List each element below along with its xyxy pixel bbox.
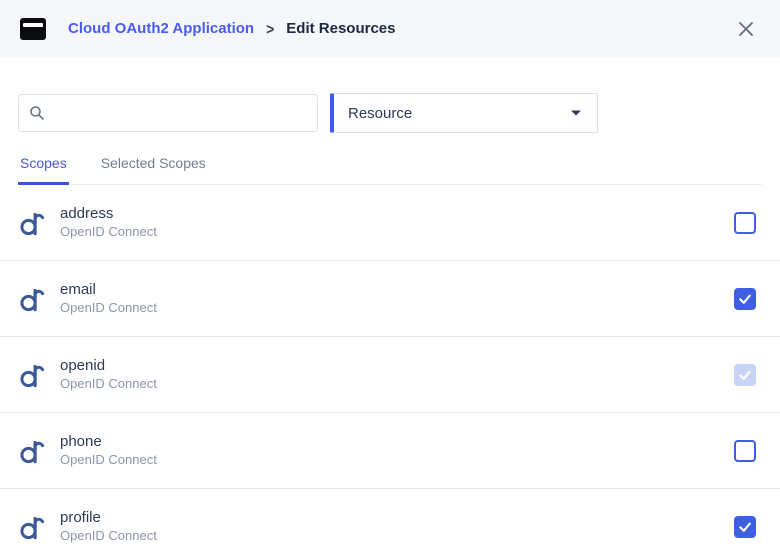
chevron-right-icon: > xyxy=(266,19,274,37)
checkbox-profile[interactable] xyxy=(734,516,756,538)
scope-row-profile[interactable]: profile OpenID Connect xyxy=(0,489,780,557)
scope-row-address[interactable]: address OpenID Connect xyxy=(0,185,780,261)
tab-selected-scopes[interactable]: Selected Scopes xyxy=(99,149,208,185)
scope-text: profile OpenID Connect xyxy=(60,509,157,545)
checkbox-openid xyxy=(734,364,756,386)
scope-name: profile xyxy=(60,509,157,528)
page-title: Edit Resources xyxy=(286,20,395,37)
checkmark-icon xyxy=(737,367,753,383)
resource-filter-value: Resource xyxy=(348,105,412,122)
scope-row-phone[interactable]: phone OpenID Connect xyxy=(0,413,780,489)
search-box[interactable] xyxy=(18,94,318,132)
openid-connect-icon xyxy=(18,360,48,390)
scope-provider: OpenID Connect xyxy=(60,224,157,240)
application-icon xyxy=(20,18,46,40)
breadcrumb: Cloud OAuth2 Application > Edit Resource… xyxy=(68,20,396,37)
edit-resources-dialog: Cloud OAuth2 Application > Edit Resource… xyxy=(0,0,780,557)
scope-provider: OpenID Connect xyxy=(60,376,157,392)
scope-provider: OpenID Connect xyxy=(60,452,157,468)
scope-name: phone xyxy=(60,433,157,452)
tab-bar: Scopes Selected Scopes xyxy=(18,149,762,185)
search-icon xyxy=(29,105,45,121)
filter-toolbar: Resource xyxy=(18,93,762,133)
close-button[interactable] xyxy=(734,17,758,41)
scope-row-email[interactable]: email OpenID Connect xyxy=(0,261,780,337)
checkmark-icon xyxy=(737,519,753,535)
scope-name: email xyxy=(60,281,157,300)
chevron-down-icon xyxy=(570,109,582,117)
dialog-header: Cloud OAuth2 Application > Edit Resource… xyxy=(0,0,780,57)
checkbox-address[interactable] xyxy=(734,212,756,234)
openid-connect-icon xyxy=(18,512,48,542)
scope-text: phone OpenID Connect xyxy=(60,433,157,469)
openid-connect-icon xyxy=(18,284,48,314)
tab-scopes[interactable]: Scopes xyxy=(18,149,69,185)
scope-provider: OpenID Connect xyxy=(60,300,157,316)
scope-name: openid xyxy=(60,357,157,376)
checkbox-phone[interactable] xyxy=(734,440,756,462)
scopes-list: address OpenID Connect email OpenID Conn… xyxy=(0,185,780,557)
search-input[interactable] xyxy=(53,104,307,122)
scope-text: address OpenID Connect xyxy=(60,205,157,241)
checkmark-icon xyxy=(737,291,753,307)
openid-connect-icon xyxy=(18,436,48,466)
scope-text: openid OpenID Connect xyxy=(60,357,157,393)
scope-text: email OpenID Connect xyxy=(60,281,157,317)
resource-filter-dropdown[interactable]: Resource xyxy=(330,93,598,133)
breadcrumb-parent-link[interactable]: Cloud OAuth2 Application xyxy=(68,20,254,37)
scope-row-openid[interactable]: openid OpenID Connect xyxy=(0,337,780,413)
scope-provider: OpenID Connect xyxy=(60,528,157,544)
openid-connect-icon xyxy=(18,208,48,238)
checkbox-email[interactable] xyxy=(734,288,756,310)
scope-name: address xyxy=(60,205,157,224)
close-icon xyxy=(738,21,754,37)
